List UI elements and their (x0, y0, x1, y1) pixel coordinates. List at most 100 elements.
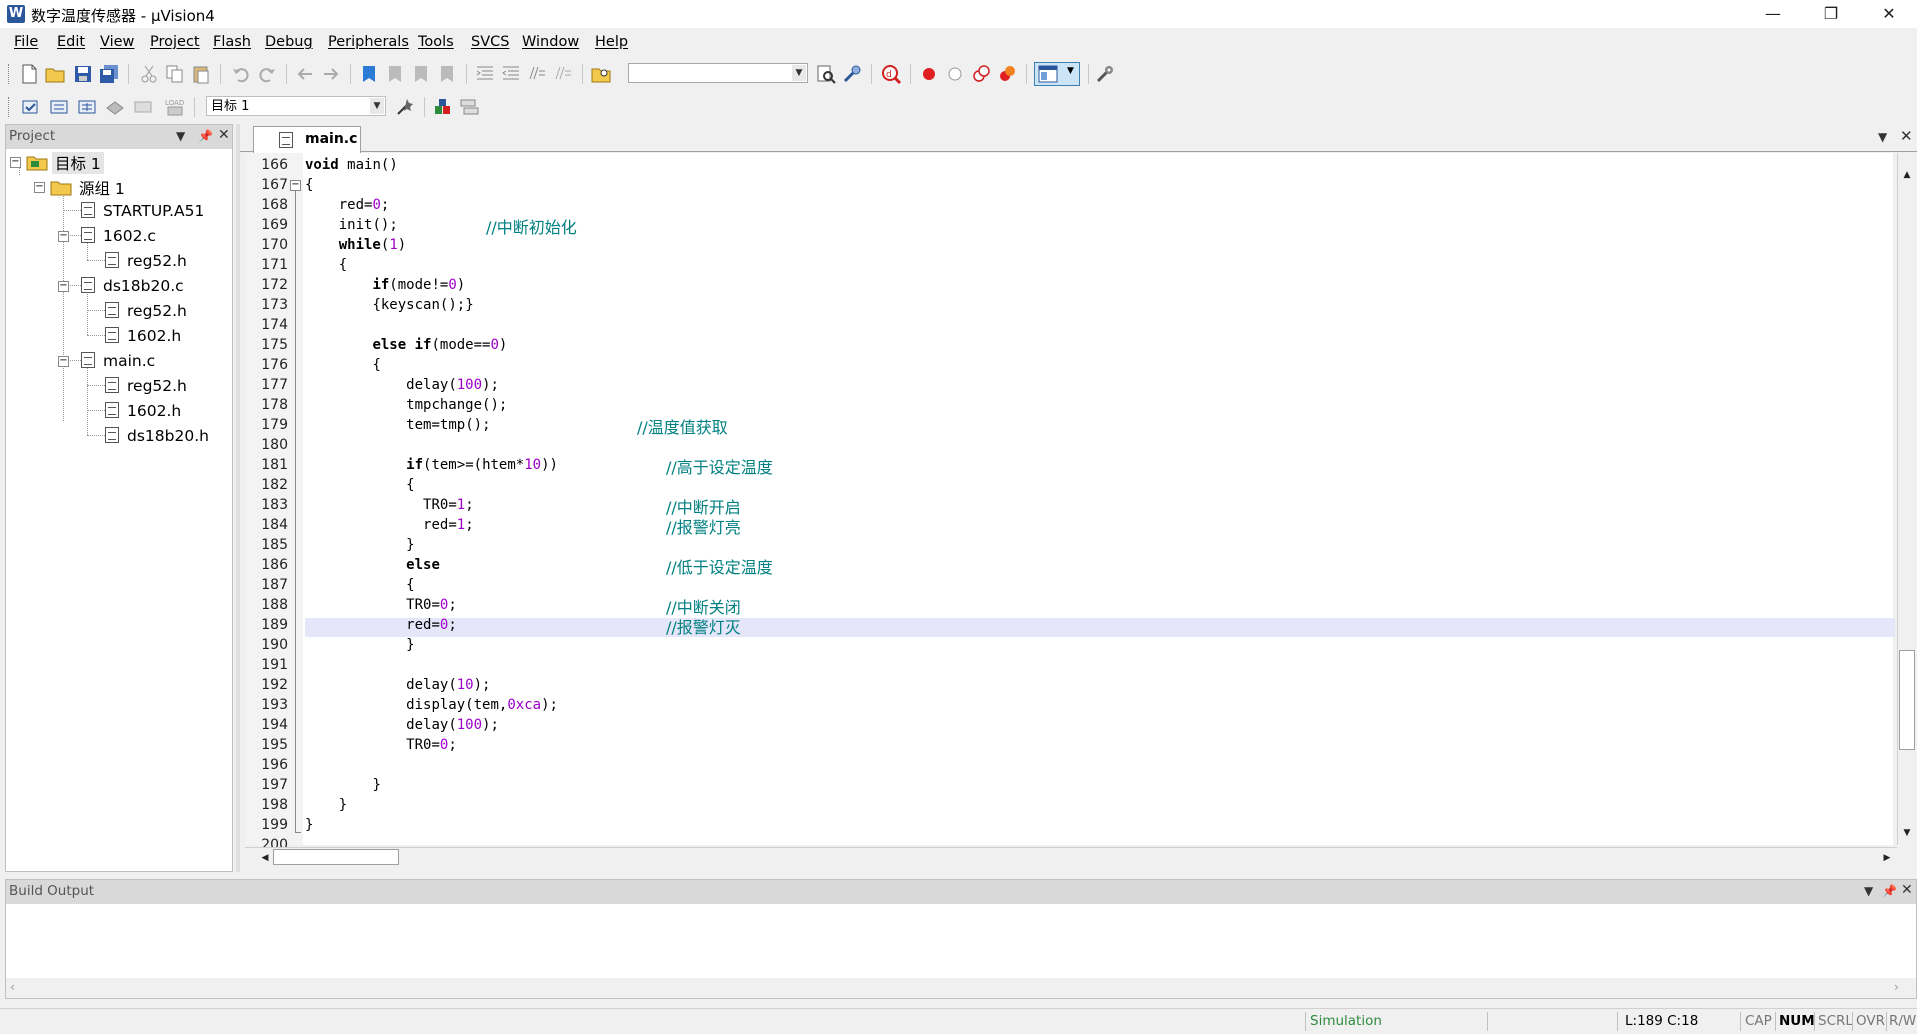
menu-svcs[interactable]: SVCS (471, 34, 509, 50)
close-tab-icon[interactable]: ✕ (1900, 127, 1913, 145)
uncomment-selection-icon[interactable] (552, 63, 574, 85)
close-pane-icon[interactable]: ✕ (1901, 882, 1913, 898)
code-line[interactable]: if(tem>=(htem*10)) (305, 457, 558, 473)
code-editor[interactable] (245, 153, 1893, 845)
find-icon[interactable] (815, 63, 837, 85)
target-options-icon[interactable] (394, 96, 416, 118)
manage-components-icon[interactable] (432, 96, 454, 118)
pane-splitter[interactable] (236, 124, 240, 872)
build-output-horizontal-scrollbar[interactable]: ‹ › (6, 978, 1916, 998)
chevron-down-icon[interactable]: ▼ (370, 98, 384, 114)
indent-icon[interactable] (474, 63, 496, 85)
incremental-find-icon[interactable] (841, 63, 863, 85)
collapse-file-toggle[interactable]: − (58, 281, 69, 292)
editor-horizontal-scrollbar[interactable]: ◀ ▶ (245, 847, 1897, 868)
collapse-file-toggle[interactable]: − (58, 231, 69, 242)
tree-item-1602c[interactable]: 1602.c (103, 227, 156, 245)
code-line[interactable]: } (305, 817, 313, 833)
tree-item-target[interactable]: 目标 1 (52, 152, 104, 174)
code-line[interactable]: display(tem,0xca); (305, 697, 558, 713)
kill-all-breakpoints-icon[interactable] (996, 63, 1018, 85)
scroll-right-icon[interactable]: ▶ (1879, 850, 1895, 866)
restore-button[interactable]: ❐ (1808, 0, 1854, 28)
menu-help[interactable]: Help (595, 34, 628, 50)
editor-vertical-scroll-thumb[interactable] (1899, 650, 1915, 750)
scroll-right-icon[interactable]: › (1894, 980, 1899, 994)
batch-build-icon[interactable] (104, 96, 126, 118)
save-icon[interactable] (72, 63, 94, 85)
code-line[interactable]: TR0=1; (305, 497, 474, 513)
open-folder-icon[interactable] (44, 63, 66, 85)
target-select[interactable]: 目标 1 ▼ (206, 96, 386, 116)
configure-icon[interactable] (1094, 63, 1116, 85)
close-window-button[interactable]: ✕ (1866, 0, 1912, 28)
tree-item-header[interactable]: reg52.h (127, 302, 187, 320)
rebuild-all-icon[interactable] (76, 96, 98, 118)
navigate-forward-icon[interactable] (320, 63, 342, 85)
save-all-icon[interactable] (98, 63, 120, 85)
code-line[interactable]: {keyscan();} (305, 297, 473, 313)
scroll-down-icon[interactable]: ▼ (1899, 825, 1915, 841)
previous-bookmark-icon[interactable] (384, 63, 406, 85)
code-line[interactable]: { (305, 477, 414, 493)
undo-icon[interactable] (230, 63, 252, 85)
code-line[interactable]: } (305, 637, 414, 653)
find-combo[interactable]: ▼ (628, 63, 808, 83)
pin-icon[interactable]: 📌 (198, 129, 213, 143)
pane-menu-chevron-icon[interactable]: ▼ (1864, 884, 1873, 898)
tree-item-header[interactable]: reg52.h (127, 252, 187, 270)
menu-edit[interactable]: Edit (57, 34, 85, 50)
code-line[interactable]: void main() (305, 157, 398, 173)
download-load-icon[interactable]: LOAD (164, 96, 186, 118)
toolbar-grip[interactable] (8, 97, 12, 117)
tab-list-chevron-icon[interactable]: ▼ (1878, 130, 1887, 144)
collapse-target-toggle[interactable]: − (10, 157, 21, 168)
build-target-icon[interactable] (48, 96, 70, 118)
next-bookmark-icon[interactable] (410, 63, 432, 85)
tab-main-c[interactable]: main.c (253, 126, 361, 153)
enable-breakpoint-icon[interactable] (944, 63, 966, 85)
code-line[interactable]: red=0; (305, 617, 457, 633)
menu-peripherals[interactable]: Peripherals (328, 34, 409, 50)
pane-menu-chevron-icon[interactable]: ▼ (176, 129, 185, 143)
toolbar-grip[interactable] (8, 64, 12, 84)
menu-project[interactable]: Project (150, 34, 200, 50)
pin-icon[interactable]: 📌 (1882, 884, 1897, 898)
code-line[interactable]: { (305, 177, 313, 193)
start-debug-session-icon[interactable]: d (880, 63, 902, 85)
code-line[interactable]: init(); (305, 217, 398, 233)
tree-item-header[interactable]: 1602.h (127, 327, 181, 345)
code-line[interactable]: } (305, 537, 414, 553)
file-extensions-icon[interactable] (458, 96, 480, 118)
tree-item-header[interactable]: ds18b20.h (127, 427, 209, 445)
collapse-group-toggle[interactable]: − (34, 182, 45, 193)
new-file-icon[interactable] (18, 63, 40, 85)
menu-flash[interactable]: Flash (213, 34, 251, 50)
code-line[interactable]: red=0; (305, 197, 390, 213)
stop-build-icon[interactable] (132, 96, 154, 118)
copy-icon[interactable] (164, 63, 186, 85)
code-line[interactable]: while(1) (305, 237, 406, 253)
scroll-left-icon[interactable]: ◀ (257, 850, 273, 866)
cut-icon[interactable] (138, 63, 160, 85)
minimize-button[interactable]: — (1750, 0, 1796, 28)
scroll-up-icon[interactable]: ▲ (1899, 167, 1915, 183)
code-line[interactable]: tem=tmp(); (305, 417, 490, 433)
menu-debug[interactable]: Debug (265, 34, 313, 50)
insert-bookmark-icon[interactable] (358, 63, 380, 85)
code-line[interactable]: TR0=0; (305, 737, 457, 753)
code-line[interactable]: TR0=0; (305, 597, 457, 613)
unindent-icon[interactable] (500, 63, 522, 85)
code-line[interactable]: tmpchange(); (305, 397, 507, 413)
insert-breakpoint-icon[interactable] (918, 63, 940, 85)
code-line[interactable]: if(mode!=0) (305, 277, 465, 293)
code-line[interactable]: } (305, 777, 380, 793)
tree-item-ds18b20c[interactable]: ds18b20.c (103, 277, 184, 295)
menu-view[interactable]: View (100, 34, 134, 50)
tree-item-startup[interactable]: STARTUP.A51 (103, 202, 204, 220)
comment-selection-icon[interactable] (526, 63, 548, 85)
chevron-down-icon[interactable]: ▼ (792, 65, 806, 81)
code-line[interactable]: { (305, 357, 380, 373)
tree-item-header[interactable]: 1602.h (127, 402, 181, 420)
tree-item-mainc[interactable]: main.c (103, 352, 155, 370)
